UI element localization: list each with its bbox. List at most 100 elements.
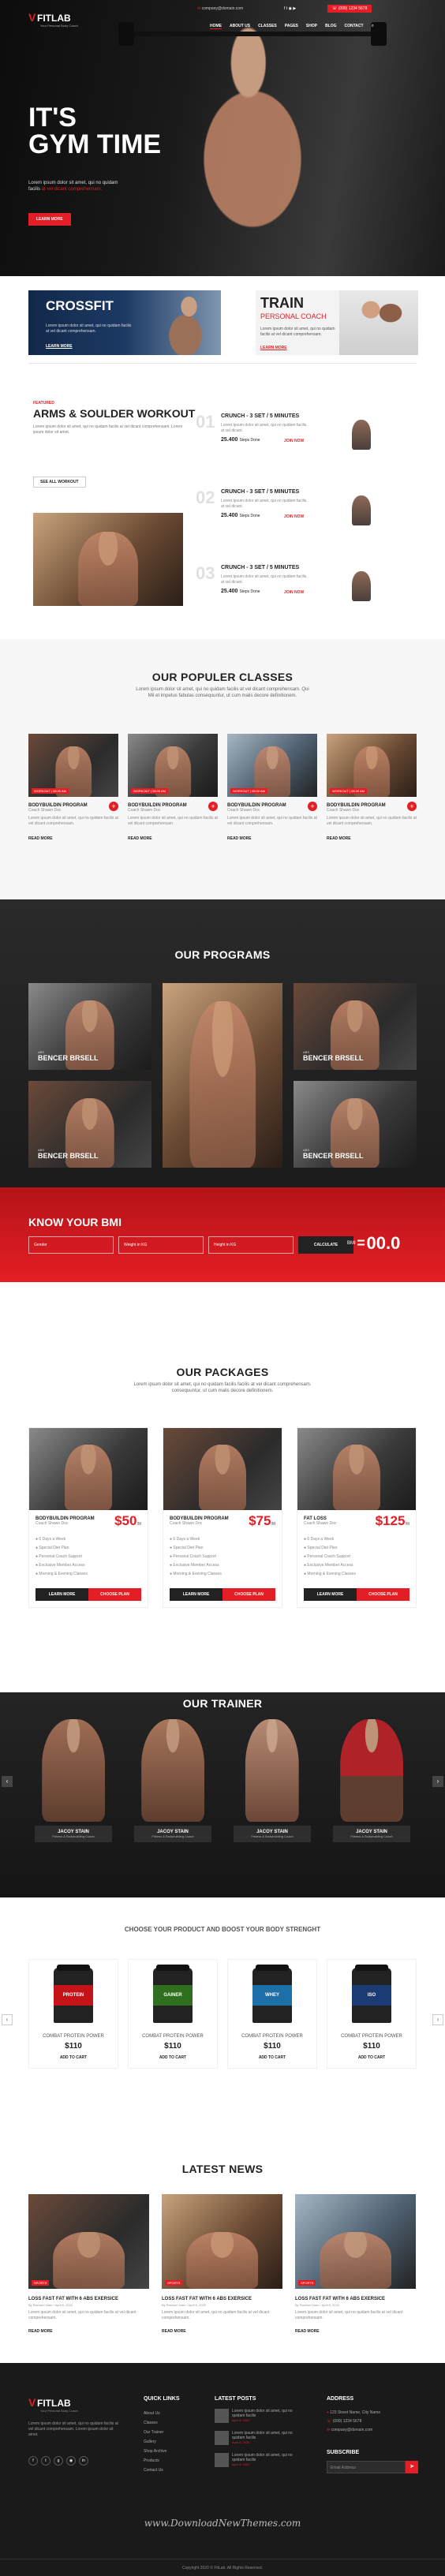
youtube-icon[interactable]: ▶ [293,6,296,11]
latest-post[interactable]: Lorem ipsum dolor sit amet, qui no quida… [215,2453,301,2467]
class-read-more-button[interactable]: READ MORE [327,836,417,841]
quick-link[interactable]: Gallery [144,2437,166,2447]
subscribe-title: SUBSCRIBE [327,2450,360,2455]
latest-post[interactable]: Lorem ipsum dolor sit amet, qui no quida… [215,2409,301,2423]
package-choose-plan-button[interactable]: CHOOSE PLAN [88,1588,141,1601]
workout-join-link[interactable]: JOIN NOW [284,514,304,519]
products-prev-arrow-icon[interactable]: ‹ [2,2014,13,2025]
featured-text: Lorem ipsum dolor sit amet, qui no quida… [33,424,183,435]
nav-classes[interactable]: CLASSES [258,24,277,29]
google-plus-icon[interactable]: g [54,2456,63,2466]
class-card[interactable]: WORKOUT | 08.00 AM BODYBUILDIN PROGRAM C… [28,734,118,841]
weight-input[interactable]: Weight in KG [118,1236,204,1254]
train-learn-more-link[interactable]: LEARN MORE [260,346,287,350]
nav-blog[interactable]: BLOG [325,24,336,29]
trainer-card[interactable]: JACOY STAIN Fitness & Bodybuilding Coach [327,1719,417,1842]
class-read-more-button[interactable]: READ MORE [28,836,118,841]
add-to-cart-button[interactable]: ADD TO CART [228,2055,316,2060]
train-banner[interactable]: TRAIN PERSONAL COACH Lorem ipsum dolor s… [256,290,418,355]
prev-arrow-icon[interactable]: ‹ [2,1776,13,1787]
program-card-3[interactable]: ABS BENCER BRSELL [294,983,417,1070]
header-email[interactable]: company@domain.com [202,6,244,11]
latest-post[interactable]: Lorem ipsum dolor sit amet, qui no quida… [215,2431,301,2445]
subscribe-email-input[interactable]: Email Address [327,2461,406,2473]
trainer-card[interactable]: JACOY STAIN Fitness & Bodybuilding Coach [227,1719,317,1842]
facebook-icon[interactable]: f [284,6,285,11]
search-icon[interactable]: ⌕ [372,24,374,29]
class-read-more-button[interactable]: READ MORE [128,836,218,841]
twitter-icon[interactable]: t [41,2456,50,2466]
trainer-card[interactable]: JACOY STAIN Fitness & Bodybuilding Coach [28,1719,118,1842]
news-card[interactable]: SPORTS LOSS FAST FAT WITH 6 ABS EXERSICE… [162,2194,282,2334]
quick-link[interactable]: Shop Archive [144,2447,166,2456]
phone-badge[interactable]: ☏ (099) 1234 5678 [327,5,372,13]
products-next-arrow-icon[interactable]: › [432,2014,443,2025]
nav-home[interactable]: HOME [210,24,222,29]
program-name: BENCER BRSELL [38,1054,99,1062]
linkedin-icon[interactable]: in [79,2456,88,2466]
quick-link[interactable]: Products [144,2456,166,2466]
product-card[interactable]: PROTEIN COMBAT PROTEIN POWER $110 ADD TO… [28,1959,118,2069]
send-icon[interactable]: ➤ [406,2461,418,2473]
height-input[interactable]: Height in KG [208,1236,294,1254]
package-card: BODYBUILDIN PROGRAM Coach Shawn Doc $75/… [163,1427,282,1608]
program-card-2[interactable]: ABS BENCER BRSELL [28,1081,151,1168]
trainer-card[interactable]: JACOY STAIN Fitness & Bodybuilding Coach [128,1719,218,1842]
quick-link[interactable]: Contact Us [144,2466,166,2475]
class-card[interactable]: WORKOUT | 08.00 AM BODYBUILDIN PROGRAM C… [128,734,218,841]
crossfit-learn-more-link[interactable]: LEARN MORE [46,344,73,349]
add-to-cart-button[interactable]: ADD TO CART [29,2055,118,2060]
product-card[interactable]: WHEY COMBAT PROTEIN POWER $110 ADD TO CA… [227,1959,317,2069]
nav-pages[interactable]: PAGES [285,24,298,29]
twitter-icon[interactable]: t [286,6,287,11]
package-choose-plan-button[interactable]: CHOOSE PLAN [222,1588,275,1601]
package-learn-more-button[interactable]: LEARN MORE [36,1588,88,1601]
news-read-more-button[interactable]: READ MORE [295,2329,416,2334]
facebook-icon[interactable]: f [28,2456,38,2466]
featured-title: ARMS & SOULDER WORKOUT [33,407,196,420]
plus-icon[interactable]: + [407,802,417,811]
hero-learn-more-button[interactable]: LEARN MORE [28,213,71,226]
nav-about[interactable]: ABOUT US [230,24,250,29]
next-arrow-icon[interactable]: › [432,1776,443,1787]
class-trainer: Coach Shawn Doc [327,808,360,813]
calculate-button[interactable]: CALCULATE [298,1236,353,1254]
package-learn-more-button[interactable]: LEARN MORE [170,1588,222,1601]
package-choose-plan-button[interactable]: CHOOSE PLAN [357,1588,409,1601]
news-card[interactable]: SPORTS LOSS FAST FAT WITH 6 ABS EXERSICE… [28,2194,149,2334]
quick-link[interactable]: Classes [144,2418,166,2428]
workout-join-link[interactable]: JOIN NOW [284,439,304,443]
class-card[interactable]: WORKOUT | 08.00 AM BODYBUILDIN PROGRAM C… [327,734,417,841]
class-tag-label: WORKOUT [233,789,249,793]
footer-logo[interactable]: V FITLAB Your Personal Body Coach [28,2396,78,2413]
package-learn-more-button[interactable]: LEARN MORE [304,1588,357,1601]
plus-icon[interactable]: + [109,802,118,811]
news-card[interactable]: SPORTS LOSS FAST FAT WITH 6 ABS EXERSICE… [295,2194,416,2334]
logo[interactable]: V FITLAB Your Personal Body Coach [28,11,78,28]
program-card-1[interactable]: ABS BENCER BRSELL [28,983,151,1070]
classes-subtitle-line1: Lorem ipsum dolor sit amet, qui no quida… [136,687,309,692]
workout-join-link[interactable]: JOIN NOW [284,590,304,595]
class-card[interactable]: WORKOUT | 08.00 AM BODYBUILDIN PROGRAM C… [227,734,317,841]
gender-select[interactable]: Gender [28,1236,114,1254]
news-read-more-button[interactable]: READ MORE [162,2329,282,2334]
crossfit-banner[interactable]: CROSSFIT Lorem ipsum dolor sit amet, qui… [28,290,221,355]
program-card-4[interactable]: ABS BENCER BRSELL [294,1081,417,1168]
product-card[interactable]: GAINER COMBAT PROTEIN POWER $110 ADD TO … [128,1959,218,2069]
instagram-icon[interactable]: ◉ [66,2456,76,2466]
nav-shop[interactable]: SHOP [306,24,317,29]
plus-icon[interactable]: + [208,802,218,811]
add-to-cart-button[interactable]: ADD TO CART [327,2055,416,2060]
news-read-more-button[interactable]: READ MORE [28,2329,149,2334]
add-to-cart-button[interactable]: ADD TO CART [129,2055,217,2060]
plus-icon[interactable]: + [308,802,317,811]
instagram-icon[interactable]: ◉ [289,6,292,11]
package-image [163,1428,282,1510]
quick-link[interactable]: About Us [144,2409,166,2418]
see-all-workout-button[interactable]: SEE ALL WORKOUT [33,477,86,488]
package-feature: ● Exclusive Member Access [304,1563,353,1568]
nav-contact[interactable]: CONTACT [345,24,364,29]
class-read-more-button[interactable]: READ MORE [227,836,317,841]
product-card[interactable]: ISO COMBAT PROTEIN POWER $110 ADD TO CAR… [327,1959,417,2069]
quick-link[interactable]: Our Trainer [144,2428,166,2437]
